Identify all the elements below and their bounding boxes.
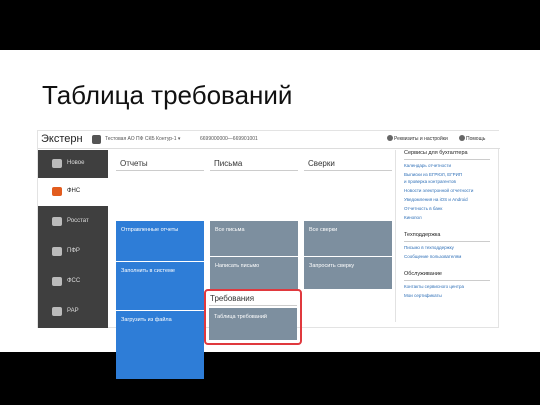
rar-icon [52, 307, 62, 316]
sidebar-item-fss[interactable]: ФСС [38, 268, 108, 296]
divider [404, 280, 490, 281]
service-link[interactable]: Новости электронной отчетности [404, 188, 473, 193]
service-link[interactable]: Календарь отчетности [404, 163, 451, 168]
tile-upload-from-file[interactable]: Загрузить из файла [116, 311, 204, 379]
pfr-icon [52, 247, 62, 256]
divider [404, 241, 490, 242]
service-link[interactable]: Кинопол [404, 215, 422, 220]
tile-all-reconciliations[interactable]: Все сверки [304, 221, 392, 256]
divider [116, 170, 204, 171]
fss-icon [52, 277, 62, 286]
requisites-link[interactable]: Реквизиты и настройки [394, 136, 448, 142]
top-bar: Экстерн Тестовая АО ПФ СКБ Контур-1 ▾ 66… [38, 131, 500, 149]
support-link[interactable]: Сообщение пользователям [404, 254, 461, 259]
services-title: Сервисы для бухгалтера [404, 150, 468, 156]
support-title: Техподдержка [404, 232, 441, 238]
tile-sent-reports[interactable]: Отправленные отчеты [116, 221, 204, 261]
slide: Таблица требований Экстерн Тестовая АО П… [0, 50, 540, 379]
service-link[interactable]: Выписки из ЕГРЮЛ, ЕГРИП [404, 172, 462, 177]
sidebar-item-fns[interactable]: ФНС [38, 178, 108, 206]
service-link[interactable]: Отчетность в банк [404, 206, 442, 211]
inn-kpp: 6699000000—669901001 [200, 136, 258, 142]
highlight-frame [204, 289, 302, 345]
tile-fill-in-system[interactable]: Заполнить в системе [116, 262, 204, 310]
section-title-reconciliations: Сверки [308, 159, 335, 168]
sidebar-item-label: Новое [67, 160, 85, 166]
organization-icon [92, 135, 101, 144]
help-icon[interactable] [459, 135, 465, 141]
gear-icon[interactable] [387, 135, 393, 141]
service-center-link[interactable]: Контакты сервисного центра [404, 284, 464, 289]
slide-title: Таблица требований [42, 80, 293, 110]
tile-all-letters[interactable]: Все письма [210, 221, 298, 256]
service-center-link[interactable]: Мои сертификаты [404, 293, 442, 298]
section-title-letters: Письма [214, 159, 243, 168]
service-link[interactable]: Уведомления на iOS и Android [404, 197, 468, 202]
sidebar-item-label: Росстат [67, 218, 89, 224]
sidebar-item-pfr[interactable]: ПФР [38, 238, 108, 266]
sidebar-item-label: РАР [67, 308, 79, 314]
sidebar-item-rosstat[interactable]: Росстат [38, 208, 108, 236]
tile-write-letter[interactable]: Написать письмо [210, 257, 298, 289]
service-center-title: Обслуживание [404, 271, 442, 277]
divider [404, 159, 490, 160]
help-link[interactable]: Помощь [466, 136, 485, 142]
sidebar-item-new[interactable]: Новое [38, 150, 108, 178]
sidebar-item-label: ФСС [67, 278, 81, 284]
support-link[interactable]: Письмо в техподдержку [404, 245, 454, 250]
new-icon [52, 159, 62, 168]
service-link[interactable]: и проверка контрагентов [404, 179, 456, 184]
sidebar: Новое ФНС Росстат ПФР ФСС РАР [38, 150, 108, 328]
section-title-reports: Отчеты [120, 159, 148, 168]
right-panel: Сервисы для бухгалтера Календарь отчетно… [395, 150, 495, 322]
brand-logo: Экстерн [41, 133, 83, 145]
organization-selector[interactable]: Тестовая АО ПФ СКБ Контур-1 ▾ [105, 136, 180, 142]
sidebar-item-rar[interactable]: РАР [38, 298, 108, 326]
divider [304, 170, 392, 171]
sidebar-item-label: ФНС [67, 188, 81, 194]
sidebar-item-label: ПФР [67, 248, 80, 254]
divider [210, 170, 298, 171]
fns-icon [52, 187, 62, 196]
rosstat-icon [52, 217, 62, 226]
tile-request-reconciliation[interactable]: Запросить сверку [304, 257, 392, 289]
